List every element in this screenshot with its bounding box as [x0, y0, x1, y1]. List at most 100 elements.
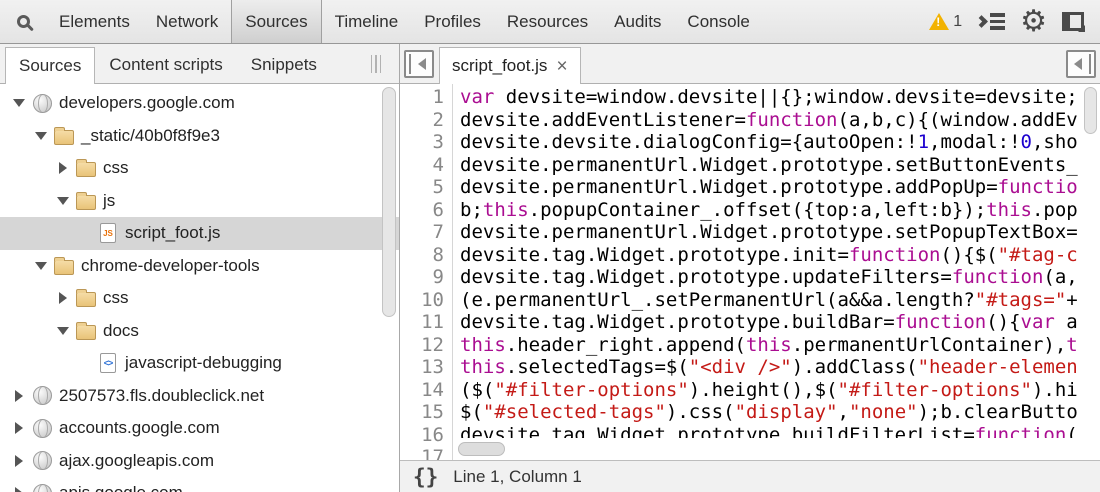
collapse-arrow-icon[interactable]	[52, 327, 74, 335]
tree-item-ajax-googleapis-com[interactable]: ajax.googleapis.com	[0, 445, 399, 478]
code-line: var devsite=window.devsite||{};window.de…	[460, 86, 1100, 109]
navigator-tabs: SourcesContent scriptsSnippets	[0, 44, 331, 83]
code-line: b;this.popupContainer_.offset({top:a,lef…	[460, 199, 1100, 222]
collapse-arrow-icon[interactable]	[8, 99, 30, 107]
pretty-print-icon[interactable]: {}	[413, 465, 438, 489]
collapse-arrow-icon[interactable]	[30, 132, 52, 140]
tree-item-label: 2507573.fls.doubleclick.net	[59, 386, 264, 406]
toolbar-tab-elements[interactable]: Elements	[46, 0, 143, 43]
navigator-tab-row: SourcesContent scriptsSnippets	[0, 44, 399, 84]
line-number[interactable]: 14	[400, 379, 452, 402]
line-number[interactable]: 1	[400, 86, 452, 109]
expand-arrow-icon[interactable]	[8, 422, 30, 434]
warning-icon	[929, 13, 949, 30]
toolbar-tab-profiles[interactable]: Profiles	[411, 0, 494, 43]
tree-item-label: javascript-debugging	[125, 353, 282, 373]
line-number[interactable]: 6	[400, 199, 452, 222]
expand-arrow-icon[interactable]	[52, 162, 74, 174]
console-drawer-button[interactable]	[977, 13, 1005, 30]
toolbar-right: 1 ⚙	[929, 0, 1100, 43]
settings-gear-icon[interactable]: ⚙	[1020, 7, 1047, 37]
line-number[interactable]: 7	[400, 221, 452, 244]
line-number[interactable]: 2	[400, 109, 452, 132]
tree-item-label: chrome-developer-tools	[81, 256, 260, 276]
expand-arrow-icon[interactable]	[8, 390, 30, 402]
horizontal-scrollbar-thumb[interactable]	[458, 442, 505, 456]
tree-item-label: ajax.googleapis.com	[59, 451, 214, 471]
line-number[interactable]: 12	[400, 334, 452, 357]
code-line: this.header_right.append(this.permanentU…	[460, 334, 1100, 357]
collapse-arrow-icon[interactable]	[30, 262, 52, 270]
globe-icon	[30, 386, 54, 405]
globe-icon	[30, 94, 54, 113]
toolbar-tab-console[interactable]: Console	[674, 0, 762, 43]
line-number[interactable]: 13	[400, 356, 452, 379]
expand-arrow-icon[interactable]	[8, 455, 30, 467]
toolbar-tab-timeline[interactable]: Timeline	[322, 0, 412, 43]
console-chevron-icon	[975, 15, 988, 28]
dock-side-icon[interactable]	[1062, 12, 1084, 31]
line-number[interactable]: 10	[400, 289, 452, 312]
tree-item-developers-google-com[interactable]: developers.google.com	[0, 87, 399, 120]
line-number[interactable]: 4	[400, 154, 452, 177]
navigator-tab-sources[interactable]: Sources	[5, 47, 95, 84]
line-number[interactable]: 8	[400, 244, 452, 267]
expand-arrow-icon[interactable]	[52, 292, 74, 304]
file-tab-label: script_foot.js	[452, 56, 547, 76]
line-number[interactable]: 11	[400, 311, 452, 334]
tree-item-chrome-developer-tools[interactable]: chrome-developer-tools	[0, 250, 399, 283]
toolbar-tab-sources[interactable]: Sources	[231, 0, 321, 43]
tree-item-label: apis.google.com	[59, 483, 183, 492]
tree-item-css[interactable]: css	[0, 282, 399, 315]
line-number[interactable]: 5	[400, 176, 452, 199]
tree-item-apis-google-com[interactable]: apis.google.com	[0, 477, 399, 492]
folder-icon	[74, 322, 98, 340]
editor-scrollbar[interactable]	[1084, 87, 1097, 134]
tree-item-docs[interactable]: docs	[0, 315, 399, 348]
tree-item-2507573-fls-doubleclick-net[interactable]: 2507573.fls.doubleclick.net	[0, 380, 399, 413]
toolbar-tab-resources[interactable]: Resources	[494, 0, 601, 43]
search-button[interactable]	[0, 0, 46, 43]
editor-tab-row: script_foot.js ×	[400, 44, 1100, 84]
toolbar-tab-network[interactable]: Network	[143, 0, 231, 43]
tree-item-static-40b0f8f9e3[interactable]: _static/40b0f8f9e3	[0, 120, 399, 153]
main-area: SourcesContent scriptsSnippets developer…	[0, 44, 1100, 492]
tree-item-javascript-debugging[interactable]: javascript-debugging	[0, 347, 399, 380]
line-number[interactable]: 16	[400, 424, 452, 447]
line-number[interactable]: 15	[400, 401, 452, 424]
search-icon	[17, 15, 30, 28]
horizontal-scrollbar[interactable]	[454, 438, 1100, 460]
line-number[interactable]: 17	[400, 446, 452, 460]
code-editor[interactable]: 1234567891011121314151617 var devsite=wi…	[400, 84, 1100, 460]
expand-arrow-icon[interactable]	[8, 487, 30, 492]
navigator-tab-content-scripts[interactable]: Content scripts	[95, 47, 236, 83]
navigator-tab-snippets[interactable]: Snippets	[237, 47, 331, 83]
code-content[interactable]: var devsite=window.devsite||{};window.de…	[453, 84, 1100, 460]
globe-icon	[30, 451, 54, 470]
panel-resize-grip[interactable]	[371, 55, 382, 73]
tree-item-css[interactable]: css	[0, 152, 399, 185]
file-tab[interactable]: script_foot.js ×	[439, 47, 581, 84]
line-number[interactable]: 3	[400, 131, 452, 154]
warnings-button[interactable]: 1	[929, 13, 962, 31]
folder-icon	[74, 159, 98, 177]
hide-navigator-icon[interactable]	[404, 50, 434, 78]
code-line: $("#selected-tags").css("display","none"…	[460, 401, 1100, 424]
line-number[interactable]: 9	[400, 266, 452, 289]
folder-icon	[52, 257, 76, 275]
tree-scrollbar[interactable]	[382, 87, 396, 317]
toolbar-tab-audits[interactable]: Audits	[601, 0, 674, 43]
code-line: devsite.tag.Widget.prototype.updateFilte…	[460, 266, 1100, 289]
tree-item-script-foot-js[interactable]: script_foot.js	[0, 217, 399, 250]
tree-item-label: js	[103, 191, 115, 211]
show-sidebar-icon[interactable]	[1066, 50, 1096, 78]
close-icon[interactable]: ×	[556, 57, 567, 76]
tree-item-accounts-google-com[interactable]: accounts.google.com	[0, 412, 399, 445]
status-bar: {} Line 1, Column 1	[400, 460, 1100, 492]
navigator-panel: SourcesContent scriptsSnippets developer…	[0, 44, 400, 492]
tree-item-js[interactable]: js	[0, 185, 399, 218]
tree-item-label: css	[103, 158, 129, 178]
tree-item-label: accounts.google.com	[59, 418, 220, 438]
folder-icon	[74, 289, 98, 307]
collapse-arrow-icon[interactable]	[52, 197, 74, 205]
